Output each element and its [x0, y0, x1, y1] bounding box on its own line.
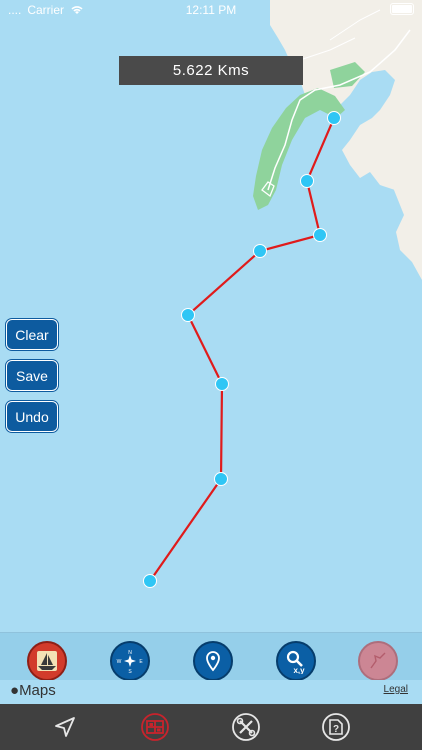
xy-search-button[interactable]: x,y	[276, 641, 316, 681]
battery-icon	[390, 3, 414, 15]
help-icon: ?	[322, 713, 350, 741]
apple-logo-icon: ●	[10, 682, 20, 699]
clear-button[interactable]: Clear	[6, 319, 58, 350]
xy-search-icon: x,y	[286, 650, 305, 674]
waypoint-marker[interactable]	[313, 228, 327, 242]
svg-text:N: N	[128, 650, 132, 656]
route-icon-disabled	[370, 652, 386, 669]
tab-tools[interactable]	[231, 712, 261, 742]
save-button[interactable]: Save	[6, 360, 58, 391]
map-attribution-row: ●Maps Legal	[0, 680, 422, 704]
svg-text:E: E	[139, 659, 143, 665]
boat-button[interactable]	[27, 641, 67, 681]
distance-readout: 5.622 Kms	[119, 56, 303, 85]
status-bar: .... Carrier 12:11 PM	[0, 0, 422, 22]
map-view[interactable]	[0, 0, 422, 632]
location-pin-icon	[206, 651, 220, 672]
svg-text:x,y: x,y	[293, 666, 305, 674]
svg-text:?: ?	[333, 724, 339, 735]
waypoint-marker[interactable]	[300, 174, 314, 188]
compass-icon: N S W E	[117, 650, 144, 675]
waypoint-marker[interactable]	[215, 377, 229, 391]
tab-tracks[interactable]	[140, 712, 170, 742]
map-toolbar: N S W E x,y	[0, 632, 422, 681]
boat-icon	[37, 651, 57, 671]
tracks-icon	[141, 713, 169, 741]
waypoint-marker[interactable]	[181, 308, 195, 322]
tab-navigate[interactable]	[50, 712, 80, 742]
tab-help[interactable]: ?	[321, 712, 351, 742]
navigate-icon	[55, 717, 75, 737]
clock: 12:11 PM	[185, 3, 237, 17]
route-button[interactable]	[358, 641, 398, 681]
maps-label: Maps	[19, 682, 56, 699]
water	[0, 0, 422, 632]
waypoint-marker[interactable]	[253, 244, 267, 258]
maps-attribution: ●Maps	[10, 682, 56, 699]
tab-bar: ?	[0, 704, 422, 750]
waypoint-marker[interactable]	[214, 472, 228, 486]
undo-button[interactable]: Undo	[6, 401, 58, 432]
compass-button[interactable]: N S W E	[110, 641, 150, 681]
waypoint-button[interactable]	[193, 641, 233, 681]
svg-text:W: W	[117, 659, 122, 665]
tools-icon	[232, 713, 260, 741]
svg-text:S: S	[128, 669, 132, 675]
legal-link[interactable]: Legal	[384, 684, 408, 695]
waypoint-marker[interactable]	[143, 574, 157, 588]
waypoint-marker[interactable]	[327, 111, 341, 125]
